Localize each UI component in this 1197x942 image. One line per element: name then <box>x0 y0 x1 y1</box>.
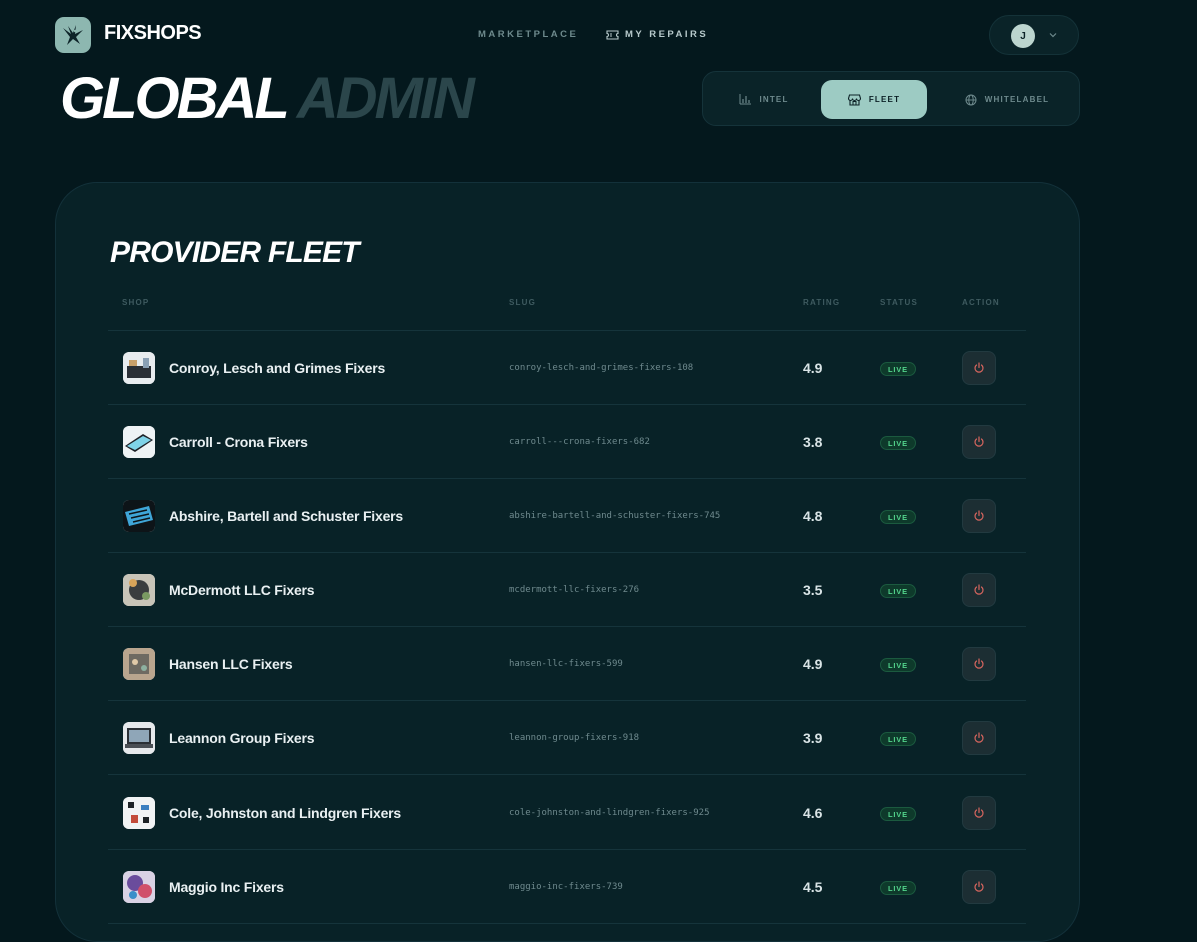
shop-thumbnail <box>123 352 155 384</box>
column-header-status: STATUS <box>880 298 919 307</box>
shop-thumbnail <box>123 426 155 458</box>
shop-rating: 3.9 <box>803 730 823 746</box>
shop-slug: cole-johnston-and-lindgren-fixers-925 <box>509 808 710 818</box>
shop-slug: carroll---crona-fixers-682 <box>509 437 650 447</box>
admin-tabs: INTEL FLEET WHITELABEL <box>702 71 1080 126</box>
power-toggle-button[interactable] <box>962 721 996 755</box>
power-toggle-button[interactable] <box>962 573 996 607</box>
power-icon <box>974 881 984 892</box>
brand-name[interactable]: FIXSHOPS <box>104 22 202 45</box>
table-row: Hansen LLC Fixers hansen-llc-fixers-599 … <box>108 627 1026 701</box>
table-row: Abshire, Bartell and Schuster Fixers abs… <box>108 479 1026 553</box>
shop-slug: leannon-group-fixers-918 <box>509 733 640 743</box>
page-title-sub: ADMIN <box>296 66 475 131</box>
tab-fleet-label: FLEET <box>868 95 901 104</box>
shop-name[interactable]: Cole, Johnston and Lindgren Fixers <box>169 805 401 821</box>
shop-rating: 4.9 <box>803 360 823 376</box>
table-row: Maggio Inc Fixers maggio-inc-fixers-739 … <box>108 850 1026 924</box>
shop-thumbnail <box>123 648 155 680</box>
power-toggle-button[interactable] <box>962 425 996 459</box>
status-badge: LIVE <box>880 658 916 672</box>
bar-chart-icon <box>739 94 752 105</box>
shop-name[interactable]: McDermott LLC Fixers <box>169 582 315 598</box>
shop-name[interactable]: Conroy, Lesch and Grimes Fixers <box>169 360 385 376</box>
power-toggle-button[interactable] <box>962 499 996 533</box>
tab-whitelabel-label: WHITELABEL <box>984 95 1050 104</box>
eagle-logo-icon <box>63 25 83 45</box>
status-badge: LIVE <box>880 362 916 376</box>
status-badge: LIVE <box>880 510 916 524</box>
power-icon <box>974 436 984 447</box>
provider-fleet-title: PROVIDER FLEET <box>110 236 360 269</box>
shop-thumbnail <box>123 574 155 606</box>
brand-logo[interactable] <box>55 17 91 53</box>
power-toggle-button[interactable] <box>962 647 996 681</box>
shop-name[interactable]: Hansen LLC Fixers <box>169 656 293 672</box>
power-icon <box>974 362 984 373</box>
shop-slug: mcdermott-llc-fixers-276 <box>509 585 640 595</box>
shop-thumbnail <box>123 722 155 754</box>
tab-fleet[interactable]: FLEET <box>821 80 927 119</box>
status-badge: LIVE <box>880 807 916 821</box>
shop-rating: 3.5 <box>803 582 823 598</box>
power-icon <box>974 510 984 521</box>
shop-thumbnail <box>123 797 155 829</box>
avatar: J <box>1011 24 1035 48</box>
power-toggle-button[interactable] <box>962 870 996 904</box>
globe-icon <box>965 94 977 105</box>
table-row: McDermott LLC Fixers mcdermott-llc-fixer… <box>108 553 1026 627</box>
shop-slug: hansen-llc-fixers-599 <box>509 659 623 669</box>
column-header-rating: RATING <box>803 298 841 307</box>
chevron-down-icon <box>1049 33 1057 38</box>
column-header-action: ACTION <box>962 298 1000 307</box>
shop-slug: conroy-lesch-and-grimes-fixers-108 <box>509 363 694 373</box>
column-header-shop: SHOP <box>122 298 150 307</box>
nav-marketplace[interactable]: MARKETPLACE <box>478 29 578 40</box>
column-header-slug: SLUG <box>509 298 537 307</box>
tab-intel-label: INTEL <box>759 95 789 104</box>
power-toggle-button[interactable] <box>962 796 996 830</box>
shop-thumbnail <box>123 500 155 532</box>
tab-intel[interactable]: INTEL <box>711 80 817 119</box>
tab-whitelabel[interactable]: WHITELABEL <box>943 80 1071 119</box>
shop-rating: 4.9 <box>803 656 823 672</box>
nav-marketplace-label: MARKETPLACE <box>478 29 579 40</box>
shop-name[interactable]: Leannon Group Fixers <box>169 730 315 746</box>
page-title-main: GLOBAL <box>60 66 289 131</box>
page-title: GLOBAL ADMIN <box>60 66 475 132</box>
ticket-icon <box>606 29 619 40</box>
status-badge: LIVE <box>880 881 916 895</box>
power-toggle-button[interactable] <box>962 351 996 385</box>
shop-rating: 3.8 <box>803 434 823 450</box>
nav-my-repairs[interactable]: MY REPAIRS <box>606 29 708 40</box>
user-menu[interactable]: J <box>989 15 1079 55</box>
power-icon <box>974 584 984 595</box>
shop-rating: 4.5 <box>803 879 823 895</box>
table-row: Carroll - Crona Fixers carroll---crona-f… <box>108 405 1026 479</box>
status-badge: LIVE <box>880 436 916 450</box>
storefront-icon <box>847 93 861 106</box>
shop-rating: 4.6 <box>803 805 823 821</box>
table-row: Conroy, Lesch and Grimes Fixers conroy-l… <box>108 331 1026 405</box>
shop-slug: maggio-inc-fixers-739 <box>509 882 623 892</box>
power-icon <box>974 732 984 743</box>
table-row: Leannon Group Fixers leannon-group-fixer… <box>108 701 1026 775</box>
shop-name[interactable]: Carroll - Crona Fixers <box>169 434 308 450</box>
status-badge: LIVE <box>880 732 916 746</box>
power-icon <box>974 807 984 818</box>
shop-name[interactable]: Maggio Inc Fixers <box>169 879 284 895</box>
shop-name[interactable]: Abshire, Bartell and Schuster Fixers <box>169 508 403 524</box>
nav-my-repairs-label: MY REPAIRS <box>625 29 709 40</box>
shop-thumbnail <box>123 871 155 903</box>
power-icon <box>974 658 984 669</box>
shop-rating: 4.8 <box>803 508 823 524</box>
shop-slug: abshire-bartell-and-schuster-fixers-745 <box>509 511 721 521</box>
status-badge: LIVE <box>880 584 916 598</box>
table-row: Cole, Johnston and Lindgren Fixers cole-… <box>108 776 1026 850</box>
